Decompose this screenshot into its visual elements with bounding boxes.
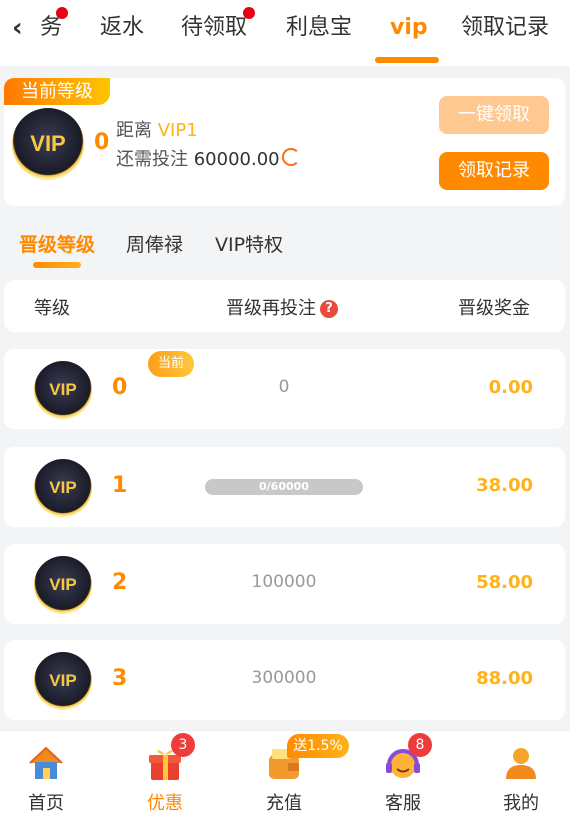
- upgrade-progress-bar: 0/60000: [205, 479, 363, 495]
- current-level-pill: 当前: [148, 351, 194, 377]
- table-row: VIP 0 当前 0 0.00: [4, 349, 565, 429]
- tab-rebate[interactable]: 返水: [100, 8, 144, 48]
- vip-badge-icon: VIP: [34, 361, 92, 419]
- active-tab-indicator: [375, 57, 439, 63]
- next-level-label: VIP1: [157, 120, 198, 141]
- row-upgrade-bet: 100000: [251, 572, 317, 592]
- bottom-navigation: 首页 3 优惠 充值 送1.5% 8 客服 我的: [0, 730, 570, 814]
- table-row: VIP 1 0/60000 38.00: [4, 447, 565, 527]
- header-level: 等级: [34, 298, 70, 319]
- help-icon[interactable]: ?: [320, 300, 338, 318]
- nav-customer-service[interactable]: 8 客服: [353, 731, 453, 814]
- tab-pending[interactable]: 待领取: [181, 8, 247, 48]
- tab-task-red-dot: [56, 7, 68, 19]
- distance-to-next-level: 距离 VIP1: [116, 120, 198, 141]
- row-level-number: 0: [112, 375, 128, 400]
- row-upgrade-bet: 0: [278, 377, 290, 397]
- tab-pending-red-dot: [243, 7, 255, 19]
- nav-mine[interactable]: 我的: [471, 731, 570, 814]
- vip-badge-icon: VIP: [12, 108, 84, 180]
- subtab-vip-privileges[interactable]: VIP特权: [215, 230, 283, 257]
- nav-promotions[interactable]: 3 优惠: [115, 731, 215, 814]
- promotions-count-badge: 3: [171, 733, 195, 757]
- back-arrow-icon[interactable]: ‹: [12, 12, 36, 44]
- row-upgrade-bonus: 58.00: [476, 572, 533, 593]
- tab-interest[interactable]: 利息宝: [286, 8, 352, 48]
- current-level-tag: 当前等级: [4, 78, 110, 105]
- tab-vip[interactable]: vip: [390, 8, 428, 48]
- row-upgrade-bonus: 0.00: [488, 377, 533, 398]
- claim-all-button[interactable]: 一键领取: [439, 96, 549, 134]
- tab-claim-record[interactable]: 领取记录: [461, 8, 549, 48]
- refresh-icon[interactable]: [282, 148, 300, 166]
- customer-service-count-badge: 8: [408, 733, 432, 757]
- row-level-number: 3: [112, 666, 128, 691]
- table-row: VIP 3 300000 88.00: [4, 640, 565, 720]
- home-icon: [29, 746, 63, 779]
- vip-badge-icon: VIP: [34, 556, 92, 614]
- top-tab-bar: ‹ 务 返水 待领取 利息宝 vip 领取记录: [0, 0, 570, 66]
- required-bet-amount: 60000.00: [193, 149, 280, 170]
- header-upgrade-bonus: 晋级奖金: [458, 298, 530, 319]
- deposit-promo-badge: 送1.5%: [287, 734, 349, 758]
- subtab-weekly-salary[interactable]: 周俸禄: [126, 230, 183, 257]
- table-row: VIP 2 100000 58.00: [4, 544, 565, 624]
- row-upgrade-bonus: 38.00: [476, 475, 533, 496]
- subtab-upgrade-levels[interactable]: 晋级等级: [19, 230, 95, 257]
- current-level-number: 0: [94, 130, 110, 155]
- vip-badge-icon: VIP: [34, 459, 92, 517]
- current-level-card: 当前等级 VIP 0 距离 VIP1 还需投注 60000.00 一键领取 领取…: [4, 78, 565, 206]
- subtab-indicator: [33, 262, 81, 268]
- level-table-header: 等级 晋级再投注? 晋级奖金: [4, 280, 565, 332]
- user-icon: [506, 748, 536, 779]
- row-level-number: 2: [112, 570, 128, 595]
- required-bet: 还需投注 60000.00: [116, 149, 280, 170]
- row-upgrade-bonus: 88.00: [476, 668, 533, 689]
- claim-record-button[interactable]: 领取记录: [439, 152, 549, 190]
- header-upgrade-bet: 晋级再投注?: [226, 294, 338, 320]
- row-upgrade-bet: 300000: [251, 668, 317, 688]
- row-level-number: 1: [112, 473, 128, 498]
- vip-badge-icon: VIP: [34, 652, 92, 710]
- upgrade-progress-label: 0/60000: [259, 480, 309, 493]
- nav-home[interactable]: 首页: [0, 731, 96, 814]
